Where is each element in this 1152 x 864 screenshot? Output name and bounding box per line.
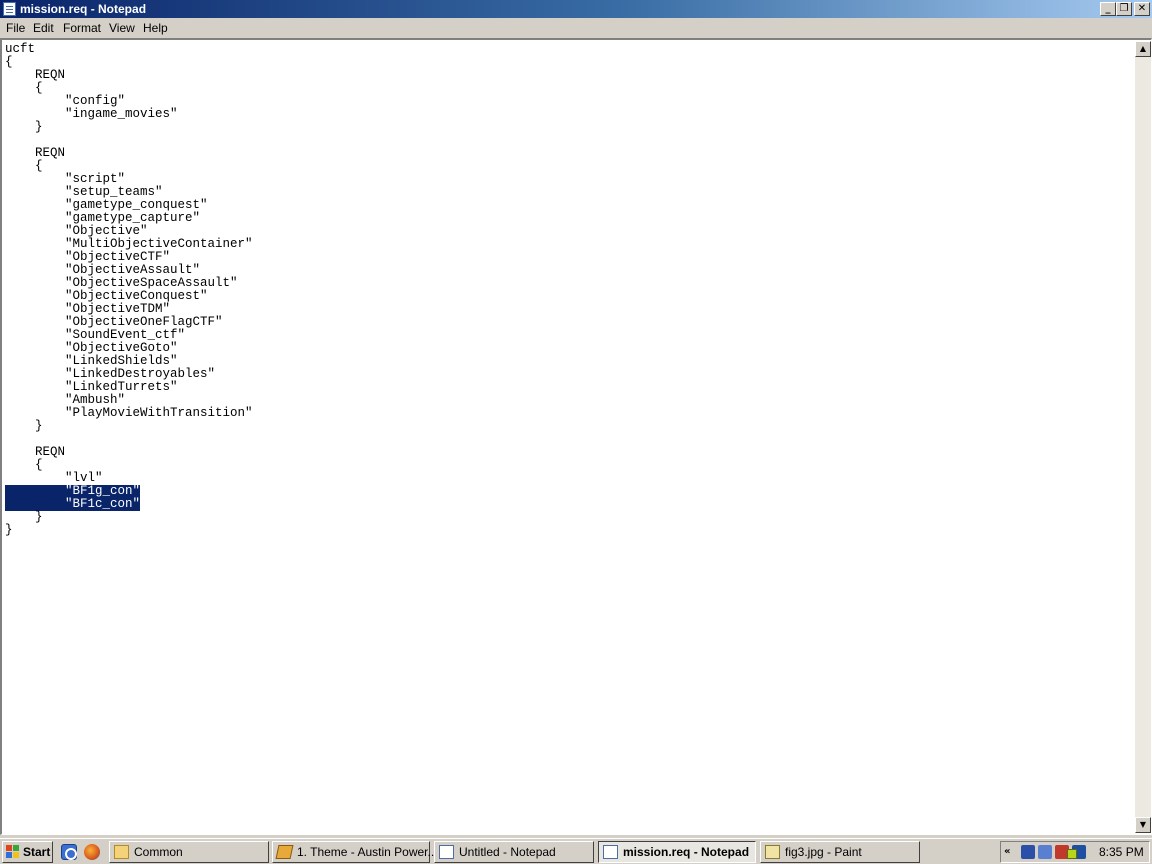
notepad-icon xyxy=(603,845,618,859)
restore-button[interactable]: ❐ xyxy=(1116,2,1132,16)
menu-help[interactable]: Help xyxy=(143,21,168,35)
winamp-icon xyxy=(275,845,294,859)
firefox-icon[interactable] xyxy=(84,844,100,860)
scroll-down-button[interactable]: ▼ xyxy=(1135,817,1151,833)
taskbar-item-untitled-notepad[interactable]: Untitled - Notepad xyxy=(434,841,594,863)
tray-app-icon[interactable] xyxy=(1021,845,1035,859)
text-line[interactable]: } xyxy=(5,121,43,134)
vertical-scrollbar[interactable]: ▲ ▼ xyxy=(1135,41,1151,833)
taskbar-item-paint[interactable]: fig3.jpg - Paint xyxy=(760,841,920,863)
notepad-icon[interactable] xyxy=(3,2,16,16)
taskbar-item-winamp[interactable]: 1. Theme - Austin Power... xyxy=(272,841,438,863)
title-bar[interactable]: mission.req - Notepad _ ❐ ✕ xyxy=(0,0,1152,18)
tray-expand-button[interactable]: « xyxy=(1004,845,1010,859)
task-label: mission.req - Notepad xyxy=(623,845,750,859)
internet-explorer-icon[interactable] xyxy=(61,844,77,860)
notepad-icon xyxy=(439,845,454,859)
windows-logo-icon xyxy=(6,845,20,859)
system-tray: « 8:35 PM xyxy=(1000,841,1150,863)
taskbar-item-common[interactable]: Common xyxy=(109,841,269,863)
network-icon[interactable] xyxy=(1038,845,1052,859)
minimize-button[interactable]: _ xyxy=(1100,2,1116,16)
text-line[interactable]: } xyxy=(5,524,13,537)
menu-view[interactable]: View xyxy=(109,21,135,35)
start-label: Start xyxy=(23,845,51,859)
notepad-window: mission.req - Notepad _ ❐ ✕ File Edit Fo… xyxy=(0,0,1152,840)
task-label: 1. Theme - Austin Power... xyxy=(297,845,438,859)
taskbar-item-mission-notepad[interactable]: mission.req - Notepad xyxy=(598,841,756,863)
menu-bar: File Edit Format View Help xyxy=(0,18,1152,38)
window-title: mission.req - Notepad xyxy=(20,2,147,16)
task-label: fig3.jpg - Paint xyxy=(785,845,862,859)
tray-status-icon[interactable] xyxy=(1067,849,1077,859)
task-label: Common xyxy=(134,845,183,859)
taskbar: Start Common 1. Theme - Austin Power... … xyxy=(0,838,1152,864)
close-button[interactable]: ✕ xyxy=(1134,2,1150,16)
menu-edit[interactable]: Edit xyxy=(33,21,54,35)
paint-icon xyxy=(765,845,780,859)
scroll-up-button[interactable]: ▲ xyxy=(1135,41,1151,57)
folder-icon xyxy=(114,845,129,859)
text-editor[interactable]: ucft{ REQN { "config" "ingame_movies" } … xyxy=(0,38,1152,835)
text-line[interactable]: } xyxy=(5,420,43,433)
menu-file[interactable]: File xyxy=(6,21,25,35)
task-label: Untitled - Notepad xyxy=(459,845,556,859)
clock: 8:35 PM xyxy=(1099,845,1144,859)
menu-format[interactable]: Format xyxy=(63,21,101,35)
start-button[interactable]: Start xyxy=(2,841,53,863)
document-text[interactable]: ucft{ REQN { "config" "ingame_movies" } … xyxy=(3,41,1134,831)
